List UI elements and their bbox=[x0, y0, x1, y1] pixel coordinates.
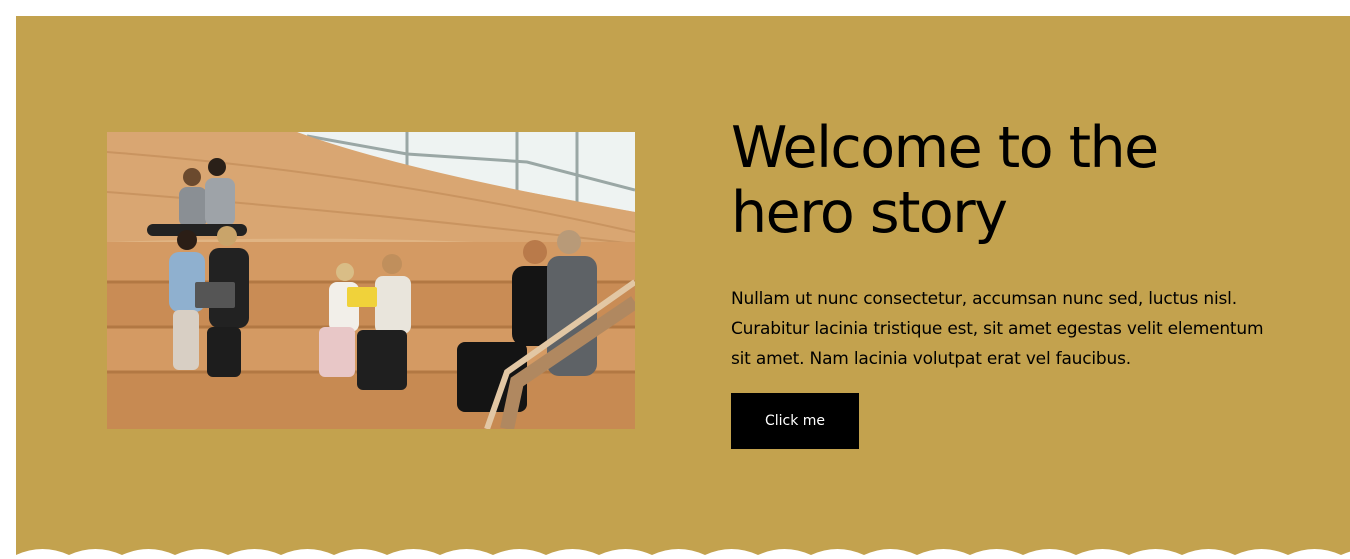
click-me-button[interactable]: Click me bbox=[731, 393, 859, 449]
hero-title: Welcome to the hero story bbox=[731, 115, 1159, 246]
wave-divider bbox=[16, 549, 1350, 559]
hero-image bbox=[107, 132, 635, 429]
hero-section: Welcome to the hero story Nullam ut nunc… bbox=[16, 16, 1350, 559]
hero-photo-illustration bbox=[107, 132, 635, 429]
hero-body-text: Nullam ut nunc consectetur, accumsan nun… bbox=[731, 289, 1264, 369]
